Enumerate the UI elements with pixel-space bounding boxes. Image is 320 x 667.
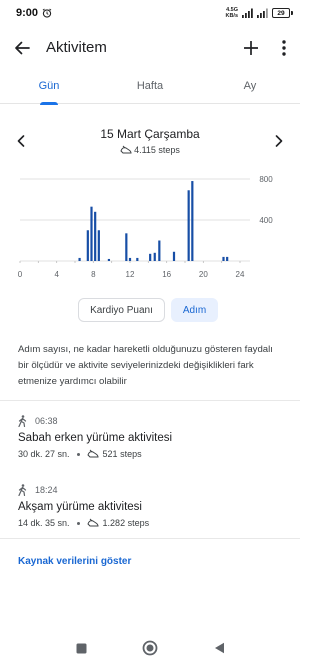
plus-icon [244, 41, 258, 55]
more-vert-icon [282, 40, 286, 56]
chart-bar [86, 230, 89, 261]
chart-bar [125, 233, 128, 261]
activity-session[interactable]: 18:24 Akşam yürüme aktivitesi 14 dk. 35 … [18, 483, 288, 528]
steps-icon [86, 518, 99, 527]
net-speed: 4.5G KB/s [225, 7, 238, 19]
y-tick-label: 400 [259, 216, 273, 225]
daily-steps-value: 4.115 steps [134, 145, 180, 155]
x-tick-label: 8 [91, 270, 96, 279]
separator-dot [76, 521, 80, 525]
status-bar: 9:00 4.5G KB/s 29 [0, 0, 300, 26]
more-options-button[interactable] [272, 36, 296, 60]
status-time: 9:00 [16, 7, 39, 19]
steps-chip[interactable]: Adım [171, 298, 218, 322]
session-duration: 30 dk. 27 sn. [18, 449, 70, 459]
chart-bar [149, 253, 152, 261]
signal-icon-2 [257, 8, 268, 18]
status-icons: 4.5G KB/s 29 [225, 7, 293, 19]
x-tick-label: 12 [126, 270, 135, 279]
session-steps: 1.282 steps [102, 518, 150, 528]
square-icon [76, 643, 86, 653]
x-tick-label: 24 [236, 270, 245, 279]
chart-bar [97, 230, 100, 261]
battery-icon: 29 [272, 8, 293, 18]
alarm-icon [42, 8, 52, 18]
show-source-data-link[interactable]: Kaynak verilerini göster [18, 556, 131, 567]
chart-bar [94, 211, 97, 261]
chart-bar [222, 256, 225, 261]
metric-toggle: Kardiyo Puanı Adım [78, 298, 218, 322]
chart-bar [90, 206, 93, 261]
daily-steps-summary: 4.115 steps [0, 145, 300, 155]
steps-bar-chart: 400 800 0 4 8 12 16 20 24 [18, 175, 273, 279]
chart-bar [187, 190, 190, 261]
date-title: 15 Mart Çarşamba [100, 127, 200, 141]
chart-bar [107, 258, 111, 261]
walking-icon [18, 415, 27, 427]
session-title: Sabah erken yürüme aktivitesi [18, 432, 173, 444]
activity-session[interactable]: 06:38 Sabah erken yürüme aktivitesi 30 d… [18, 414, 288, 459]
signal-icon [242, 8, 253, 18]
chart-bar [78, 257, 81, 261]
session-time: 06:38 [35, 416, 58, 426]
cardio-points-chip[interactable]: Kardiyo Puanı [78, 298, 165, 322]
chevron-right-icon [275, 135, 283, 147]
x-tick-label: 20 [199, 270, 208, 279]
chart-bar [172, 251, 176, 261]
chart-bar [153, 252, 156, 261]
x-tick-label: 16 [162, 270, 171, 279]
x-tick-label: 0 [18, 270, 23, 279]
steps-info-text: Adım sayısı, ne kadar hareketli olduğunu… [18, 344, 273, 387]
arrow-back-icon [15, 41, 30, 55]
period-tabs: Gün Hafta Ay [0, 72, 300, 105]
steps-icon [86, 449, 99, 458]
system-nav-bar [0, 628, 300, 667]
chart-bar [158, 240, 161, 261]
divider [0, 400, 300, 401]
back-button[interactable] [10, 36, 34, 60]
tab-day[interactable]: Gün [22, 72, 76, 105]
session-title: Akşam yürüme aktivitesi [18, 501, 142, 513]
home-circle-icon [142, 640, 158, 656]
chart-bar [128, 257, 132, 261]
session-duration: 14 dk. 35 sn. [18, 518, 70, 528]
separator-dot [76, 452, 80, 456]
tab-week[interactable]: Hafta [122, 72, 178, 104]
tab-indicator [40, 102, 58, 105]
add-button[interactable] [239, 36, 263, 60]
page-title: Aktivitem [46, 39, 107, 56]
chart-bar [136, 257, 139, 261]
walking-icon [18, 484, 27, 496]
back-nav-button[interactable] [209, 638, 229, 658]
session-time: 18:24 [35, 485, 58, 495]
tab-month[interactable]: Ay [230, 72, 270, 104]
app-bar: Aktivitem [0, 28, 300, 68]
x-tick-label: 4 [54, 270, 59, 279]
triangle-back-icon [214, 642, 224, 654]
y-tick-label: 800 [259, 175, 273, 184]
divider [0, 538, 300, 539]
chart-bar [191, 181, 194, 261]
recent-apps-button[interactable] [71, 638, 91, 658]
next-day-button[interactable] [272, 133, 286, 149]
session-steps: 521 steps [102, 449, 142, 459]
steps-icon [120, 145, 132, 154]
chart-bar [226, 256, 229, 261]
home-button[interactable] [140, 638, 160, 658]
